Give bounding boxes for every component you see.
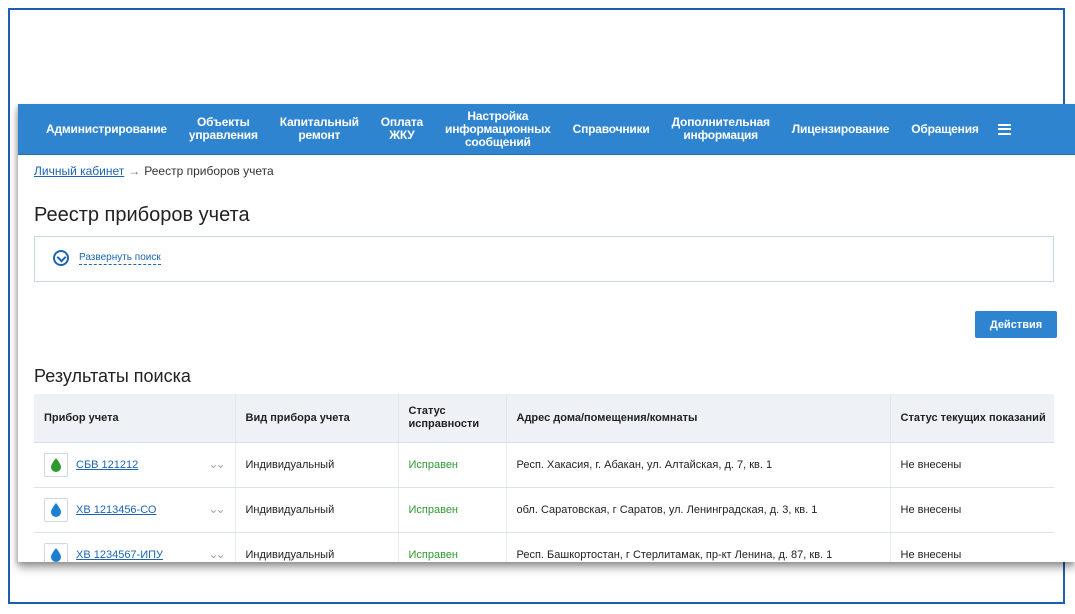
nav-item-management-objects[interactable]: Объекты управления — [178, 116, 269, 142]
address-cell: Респ. Башкортостан, г Стерлитамак, пр-кт… — [505, 532, 890, 562]
double-chevron-down-icon[interactable]: ⌄⌄ — [208, 457, 225, 471]
breadcrumb-arrow-icon: → — [128, 164, 141, 178]
actions-button[interactable]: Действия — [975, 311, 1057, 338]
column-header-device-type[interactable]: Вид прибора учета — [234, 394, 398, 443]
nav-item-info-messages-settings[interactable]: Настройка информационных сообщений — [434, 109, 562, 149]
device-type-cell: Индивидуальный — [234, 442, 398, 488]
expand-search-label: Развернуть поиск — [79, 251, 161, 265]
table-row: ХВ 1234567-ИПУ ⌄⌄ Индивидуальный Исправе… — [34, 532, 1054, 562]
device-cell: СБВ 121212 ⌄⌄ — [34, 442, 235, 488]
menu-icon[interactable] — [997, 123, 1011, 135]
drop-shape — [51, 548, 61, 562]
drop-shape — [51, 503, 61, 517]
column-header-status[interactable]: Статус исправности — [397, 394, 506, 443]
results-table: Прибор учета Вид прибора учета Статус ис… — [34, 394, 1054, 562]
table-row: СБВ 121212 ⌄⌄ Индивидуальный Исправен Ре… — [34, 442, 1054, 488]
status-cell: Исправен — [397, 442, 506, 488]
table-row: ХВ 1213456-СО ⌄⌄ Индивидуальный Исправен… — [34, 487, 1054, 533]
column-header-reading-status[interactable]: Статус текущих показаний — [889, 394, 1054, 443]
double-chevron-down-icon[interactable]: ⌄⌄ — [208, 547, 225, 561]
device-link[interactable]: СБВ 121212 — [76, 459, 138, 471]
chevron-down-circle-icon — [53, 250, 69, 266]
nav-item-capital-repair[interactable]: Капитальный ремонт — [269, 116, 370, 142]
breadcrumb-home-link[interactable]: Личный кабинет — [34, 164, 124, 178]
expand-search-toggle[interactable]: Развернуть поиск — [53, 250, 161, 266]
nav-item-appeals[interactable]: Обращения — [900, 122, 989, 136]
water-drop-icon — [44, 453, 68, 477]
reading-status-cell: Не внесены — [889, 442, 1054, 488]
reading-status-cell: Не внесены — [889, 487, 1054, 533]
nav-item-licensing[interactable]: Лицензирование — [781, 122, 901, 136]
device-link[interactable]: ХВ 1213456-СО — [76, 504, 156, 516]
top-navigation: Администрирование Объекты управления Кап… — [18, 104, 1075, 155]
device-cell: ХВ 1234567-ИПУ ⌄⌄ — [34, 532, 235, 562]
breadcrumb: Личный кабинет → Реестр приборов учета — [34, 164, 274, 178]
address-cell: обл. Саратовская, г Саратов, ул. Ленингр… — [505, 487, 890, 533]
app-screenshot: Администрирование Объекты управления Кап… — [18, 104, 1075, 562]
search-panel: Развернуть поиск — [34, 236, 1054, 282]
device-link[interactable]: ХВ 1234567-ИПУ — [76, 549, 163, 561]
device-type-cell: Индивидуальный — [234, 487, 398, 533]
results-title: Результаты поиска — [34, 366, 191, 386]
nav-item-additional-info[interactable]: Дополнительная информация — [661, 116, 781, 142]
page-title: Реестр приборов учета — [34, 204, 250, 226]
status-cell: Исправен — [397, 487, 506, 533]
address-cell: Респ. Хакасия, г. Абакан, ул. Алтайская,… — [505, 442, 890, 488]
column-header-address[interactable]: Адрес дома/помещения/комнаты — [505, 394, 890, 443]
column-header-device[interactable]: Прибор учета — [34, 394, 235, 443]
nav-item-administration[interactable]: Администрирование — [18, 122, 178, 136]
device-cell: ХВ 1213456-СО ⌄⌄ — [34, 487, 235, 533]
table-header-row: Прибор учета Вид прибора учета Статус ис… — [34, 394, 1054, 443]
water-drop-icon — [44, 498, 68, 522]
status-cell: Исправен — [397, 532, 506, 562]
device-type-cell: Индивидуальный — [234, 532, 398, 562]
double-chevron-down-icon[interactable]: ⌄⌄ — [208, 502, 225, 516]
breadcrumb-current: Реестр приборов учета — [144, 164, 274, 178]
nav-item-utility-payment[interactable]: Оплата ЖКУ — [370, 116, 434, 142]
nav-item-directories[interactable]: Справочники — [562, 122, 661, 136]
drop-shape — [51, 458, 61, 472]
water-drop-icon — [44, 543, 68, 562]
reading-status-cell: Не внесены — [889, 532, 1054, 562]
